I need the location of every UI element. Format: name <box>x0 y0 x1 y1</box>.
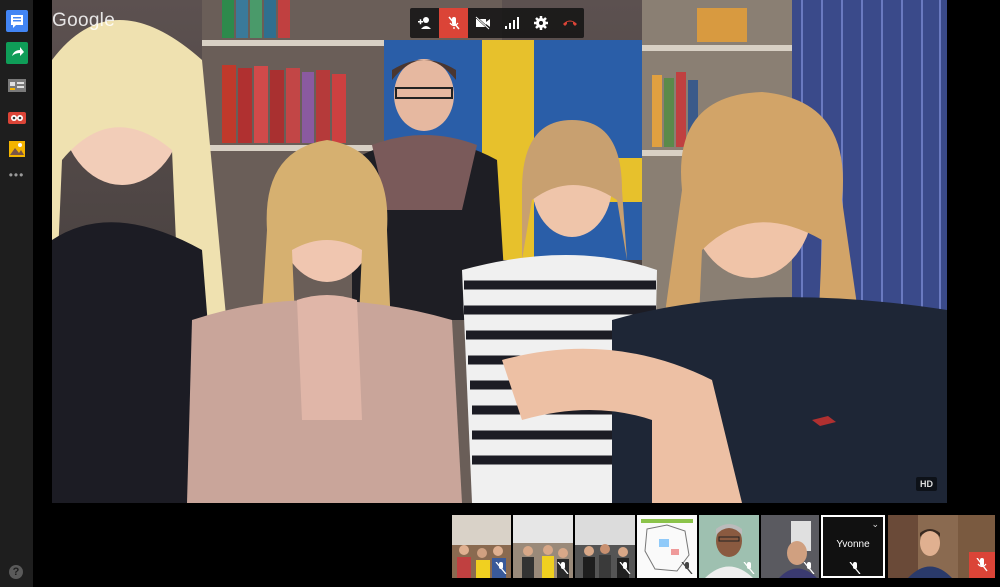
left-rail: ••• ? <box>0 0 33 587</box>
signal-icon <box>504 17 519 29</box>
participant-thumbnail[interactable] <box>513 515 573 578</box>
main-video-feed: Google HD <box>52 0 947 503</box>
participant-name: Yvonne <box>836 539 870 550</box>
participant-thumbnail[interactable] <box>761 515 819 578</box>
mic-muted-icon <box>681 562 693 574</box>
settings-button[interactable] <box>526 8 555 38</box>
share-screen-button[interactable] <box>5 42 28 64</box>
participant-thumbnail[interactable] <box>699 515 759 578</box>
effects-button[interactable] <box>6 106 28 128</box>
mic-muted-icon <box>803 562 815 574</box>
mic-muted-icon <box>495 562 507 574</box>
mic-muted-icon <box>619 562 631 574</box>
photo-icon <box>8 141 25 157</box>
hd-quality-badge: HD <box>916 477 937 491</box>
camera-toggle-button[interactable] <box>468 8 497 38</box>
mic-muted-icon <box>849 562 861 574</box>
call-toolbar <box>410 8 584 38</box>
more-options-button[interactable]: ••• <box>9 168 25 182</box>
camera-off-icon <box>474 16 490 30</box>
add-person-icon <box>417 17 431 29</box>
settings-icon <box>533 16 548 30</box>
photo-button[interactable] <box>6 138 28 160</box>
participant-thumbnail-selected[interactable]: ⌄ Yvonne <box>821 515 885 578</box>
participant-thumbnail[interactable] <box>575 515 635 578</box>
chat-button[interactable] <box>5 10 28 32</box>
participant-menu-chevron-icon[interactable]: ⌄ <box>871 519 879 530</box>
mic-muted-icon <box>557 562 569 574</box>
participant-filmstrip: ⌄ Yvonne <box>452 515 995 578</box>
participant-thumbnail[interactable] <box>452 515 511 578</box>
share-screen-icon <box>11 47 24 56</box>
self-mute-button[interactable] <box>969 552 995 578</box>
effects-icon <box>7 112 26 124</box>
hang-up-icon <box>562 20 577 26</box>
signal-strength-button[interactable] <box>497 8 526 38</box>
chat-icon <box>10 15 23 28</box>
google-logo: Google <box>52 10 116 31</box>
mic-muted-icon <box>447 16 460 30</box>
self-view-thumbnail[interactable] <box>888 515 995 578</box>
help-button[interactable]: ? <box>9 565 23 579</box>
mic-muted-icon <box>743 562 755 574</box>
hang-up-button[interactable] <box>555 8 584 38</box>
add-person-button[interactable] <box>410 8 439 38</box>
participant-thumbnail[interactable] <box>637 515 697 578</box>
apps-icon <box>7 79 26 92</box>
video-scene <box>52 0 947 503</box>
mute-microphone-button[interactable] <box>439 8 468 38</box>
apps-button[interactable] <box>6 74 28 96</box>
mic-muted-icon <box>976 558 988 572</box>
